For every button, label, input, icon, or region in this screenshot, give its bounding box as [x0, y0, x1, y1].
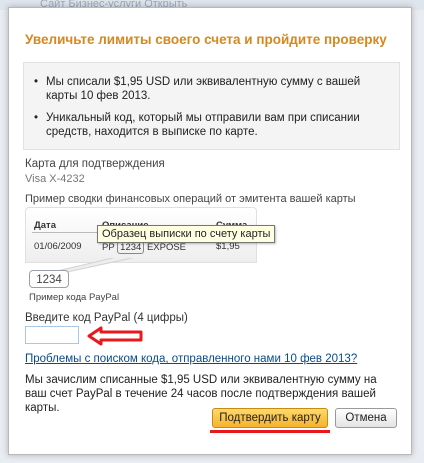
card-label: Карта для подтверждения — [25, 158, 165, 170]
paypal-code-input[interactable] — [25, 326, 79, 344]
sample-statement-label: Пример сводки финансовых операций от эми… — [25, 193, 356, 205]
info-box: • Мы списали $1,95 USD или эквивалентную… — [23, 62, 400, 150]
red-arrow-annotation-icon — [87, 326, 143, 346]
statement-desc-suffix: EXPOSE — [146, 242, 187, 253]
cancel-button[interactable]: Отмена — [335, 408, 397, 428]
confirm-underline-annotation — [210, 430, 330, 433]
statement-header-date: Дата — [34, 220, 56, 231]
sample-tooltip: Образец выписки по счету карты — [97, 225, 276, 243]
bullet-dot-icon: • — [34, 76, 39, 88]
statement-desc-prefix: PP — [102, 242, 115, 253]
verify-card-dialog: Увеличьте лимиты своего счета и пройдите… — [8, 7, 412, 455]
code-example-bubble: 1234 — [29, 270, 69, 288]
code-example-caption: Пример кода PayPal — [29, 292, 120, 303]
info-bullet-text: Мы списали $1,95 USD или эквивалентную с… — [46, 76, 361, 102]
confirm-card-button[interactable]: Подтвердить карту — [212, 408, 328, 428]
code-help-link[interactable]: Проблемы с поиском кода, отправленного н… — [25, 353, 357, 365]
code-input-label: Введите код PayPal (4 цифры) — [25, 312, 188, 324]
card-number: Visa X-4232 — [25, 173, 85, 185]
bullet-dot-icon: • — [34, 112, 39, 124]
dialog-title: Увеличьте лимиты своего счета и пройдите… — [25, 32, 387, 47]
statement-date: 01/06/2009 — [34, 241, 82, 252]
info-bullet-text: Уникальный код, который мы отправили вам… — [46, 112, 360, 138]
